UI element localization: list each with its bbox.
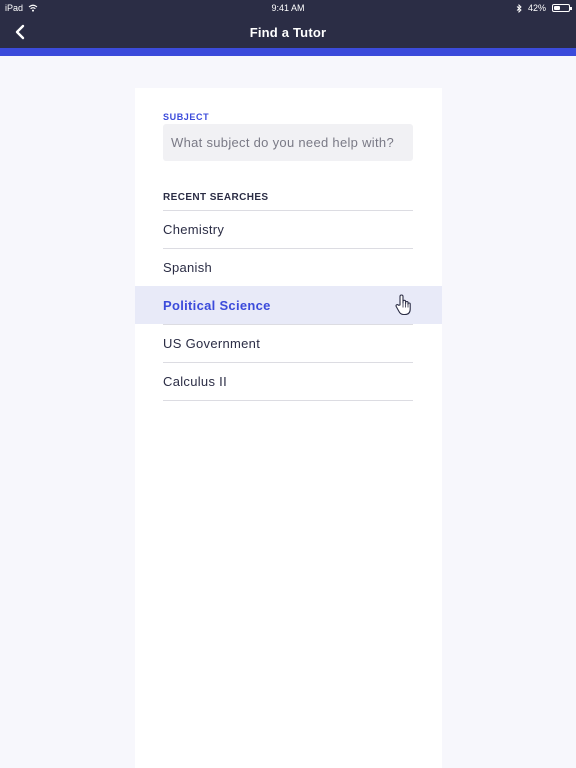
subject-label: SUBJECT [163,112,210,122]
nav-bar: Find a Tutor [0,16,576,48]
list-item-label: Calculus II [163,374,227,389]
bluetooth-icon [516,3,522,13]
divider [163,362,413,363]
status-bar: iPad 9:41 AM 42% [0,0,576,16]
list-item-label: Political Science [163,298,271,313]
divider [163,210,413,211]
list-item[interactable]: Spanish [135,248,442,286]
nav-accent-bar [0,48,576,56]
status-time: 9:41 AM [271,3,305,13]
recent-searches-label: RECENT SEARCHES [163,192,269,203]
list-item[interactable]: Chemistry [135,210,442,248]
status-right: 42% [516,3,572,13]
list-item[interactable]: Calculus II [135,362,442,400]
list-item-label: Spanish [163,260,213,275]
search-card: SUBJECT RECENT SEARCHES Chemistry Spanis… [135,88,442,768]
subject-search-input[interactable] [163,124,413,161]
hand-cursor-icon [395,294,411,316]
list-item-label: Chemistry [163,222,225,237]
divider [163,248,413,249]
list-item[interactable]: US Government [135,324,442,362]
battery-icon [552,4,572,12]
divider [163,324,413,325]
recent-searches-list: Chemistry Spanish Political Science US G… [135,210,442,401]
battery-fill [554,6,560,10]
list-end-divider [163,400,413,401]
list-item-selected[interactable]: Political Science [135,286,442,324]
page-title: Find a Tutor [249,25,327,40]
list-item-label: US Government [163,336,261,351]
battery-percent: 42% [527,3,546,13]
